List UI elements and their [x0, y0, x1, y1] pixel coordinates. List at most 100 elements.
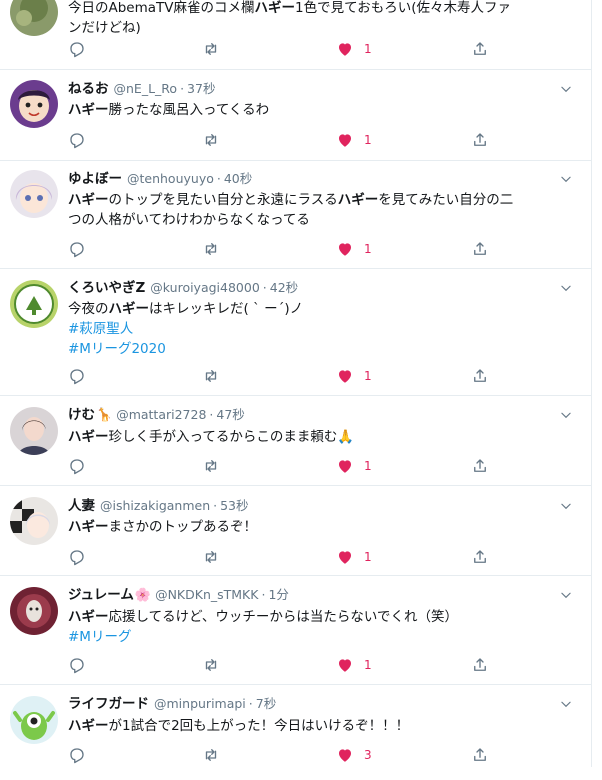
- reply-button[interactable]: [68, 547, 86, 567]
- avatar[interactable]: [10, 170, 58, 218]
- retweet-button[interactable]: [202, 39, 220, 59]
- timestamp[interactable]: 42秒: [270, 280, 298, 295]
- like-button[interactable]: 1: [336, 130, 372, 150]
- share-button[interactable]: [471, 655, 489, 675]
- like-button[interactable]: 1: [336, 456, 372, 476]
- tweet[interactable]: けむ🦒 @mattari2728 · 47秒 ハギー珍しく手が入ってるからこのまま頼む…: [0, 396, 591, 486]
- share-icon: [474, 369, 486, 382]
- reply-button[interactable]: [68, 745, 86, 765]
- display-name[interactable]: ゆよぼー: [68, 171, 122, 187]
- retweet-icon: [205, 243, 217, 255]
- hashtag-link[interactable]: #Mリーグ: [68, 627, 568, 647]
- text-segment: ンだけどね): [68, 20, 141, 36]
- display-name[interactable]: くろいやぎZ: [68, 280, 145, 296]
- reply-button[interactable]: [68, 130, 86, 150]
- timestamp[interactable]: 7秒: [256, 696, 276, 711]
- reply-button[interactable]: [68, 366, 86, 386]
- like-button[interactable]: 3: [336, 745, 372, 765]
- like-count: 3: [364, 748, 372, 762]
- timestamp[interactable]: 1分: [268, 587, 288, 602]
- timestamp[interactable]: 37秒: [187, 81, 215, 96]
- timestamp[interactable]: 47秒: [216, 407, 244, 422]
- heart-icon: [339, 370, 351, 383]
- chevron-down-icon[interactable]: [559, 172, 573, 186]
- avatar[interactable]: [10, 497, 58, 545]
- tweet-text: 今夜のハギーはキレッキレだ( ˋ ー´)ノ #萩原聖人 #Mリーグ2020: [68, 299, 568, 359]
- avatar[interactable]: [10, 280, 58, 328]
- display-name[interactable]: ジュレーム: [68, 587, 134, 603]
- handle[interactable]: @mattari2728: [116, 407, 206, 422]
- text-segment: つの人格がいてわけわからなくなってる: [68, 212, 310, 228]
- avatar[interactable]: [10, 696, 58, 744]
- tweet-text: 今日のAbemaTV麻雀のコメ欄ハギー1色で見ておもろい(佐々木寿人ファ ンだけ…: [68, 0, 568, 38]
- retweet-button[interactable]: [202, 655, 220, 675]
- like-button[interactable]: 1: [336, 655, 372, 675]
- retweet-button[interactable]: [202, 456, 220, 476]
- tweet[interactable]: ゆよぼー @tenhouyuyo · 40秒 ハギーのトップを見たい自分と永遠にラスる…: [0, 161, 591, 269]
- retweet-button[interactable]: [202, 239, 220, 259]
- retweet-icon: [205, 460, 217, 472]
- retweet-button[interactable]: [202, 547, 220, 567]
- chevron-down-icon[interactable]: [559, 588, 573, 602]
- display-name[interactable]: 人妻: [68, 498, 95, 514]
- text-segment: ハギー: [68, 718, 109, 734]
- share-button[interactable]: [471, 39, 489, 59]
- text-segment: 応援してるけど、ウッチーからは当たらないでくれ（笑）: [108, 609, 459, 625]
- share-button[interactable]: [471, 456, 489, 476]
- avatar[interactable]: [10, 587, 58, 635]
- handle[interactable]: @NKDKn_sTMKK: [155, 587, 258, 602]
- display-name[interactable]: ライフガード: [68, 696, 149, 712]
- retweet-button[interactable]: [202, 366, 220, 386]
- display-name[interactable]: ねるお: [68, 81, 109, 97]
- like-button[interactable]: 1: [336, 366, 372, 386]
- tweet[interactable]: ねるお @nE_L_Ro · 37秒 ハギー勝ったな風呂入ってくるわ 1: [0, 70, 591, 161]
- reply-button[interactable]: [68, 39, 86, 59]
- like-button[interactable]: 1: [336, 39, 372, 59]
- handle[interactable]: @nE_L_Ro: [114, 81, 178, 96]
- retweet-button[interactable]: [202, 745, 220, 765]
- tweet-partial[interactable]: 今日のAbemaTV麻雀のコメ欄ハギー1色で見ておもろい(佐々木寿人ファ ンだけ…: [0, 0, 591, 70]
- reply-button[interactable]: [68, 239, 86, 259]
- text-segment: ハギー: [108, 301, 150, 317]
- text-segment: 勝ったな風呂入ってくるわ: [108, 102, 270, 118]
- hashtag-link[interactable]: #Mリーグ2020: [68, 339, 568, 359]
- handle[interactable]: @ishizakiganmen: [100, 498, 210, 513]
- share-button[interactable]: [471, 547, 489, 567]
- chevron-down-icon[interactable]: [559, 697, 573, 711]
- chevron-down-icon[interactable]: [559, 281, 573, 295]
- handle[interactable]: @tenhouyuyo: [127, 171, 214, 186]
- chevron-down-icon[interactable]: [559, 82, 573, 96]
- tweet[interactable]: くろいやぎZ @kuroiyagi48000 · 42秒 今夜のハギーはキレッキレだ(…: [0, 269, 591, 396]
- text-segment: ハギー: [68, 192, 109, 208]
- avatar[interactable]: [10, 0, 58, 36]
- avatar[interactable]: [10, 80, 58, 128]
- tweet[interactable]: 人妻 @ishizakiganmen · 53秒 ハギーまさかのトップあるぞ！ 1: [0, 486, 591, 576]
- display-name[interactable]: けむ: [68, 407, 95, 423]
- tweet[interactable]: ジュレーム🌸 @NKDKn_sTMKK · 1分 ハギー応援してるけど、ウッチーからは…: [0, 576, 591, 685]
- text-segment: まさかのトップあるぞ！: [108, 519, 258, 535]
- tweet-text: ハギー珍しく手が入ってるからこのまま頼む🙏: [68, 427, 568, 447]
- avatar[interactable]: [10, 407, 58, 455]
- heart-icon: [339, 134, 351, 147]
- text-segment: ハギー: [68, 429, 109, 445]
- timestamp[interactable]: 40秒: [224, 171, 252, 186]
- handle[interactable]: @minpurimapi: [154, 696, 246, 711]
- retweet-button[interactable]: [202, 130, 220, 150]
- chevron-down-icon[interactable]: [559, 408, 573, 422]
- share-button[interactable]: [471, 745, 489, 765]
- like-button[interactable]: 1: [336, 547, 372, 567]
- tweet[interactable]: ライフガード @minpurimapi · 7秒 ハギーが1試合で2回も上がった！今日…: [0, 685, 591, 780]
- like-button[interactable]: 1: [336, 239, 372, 259]
- timestamp[interactable]: 53秒: [220, 498, 248, 513]
- tweet-actions: 1: [68, 239, 498, 259]
- like-count: 1: [364, 550, 372, 564]
- hashtag-link[interactable]: #萩原聖人: [68, 319, 568, 339]
- share-button[interactable]: [471, 366, 489, 386]
- chevron-down-icon[interactable]: [559, 499, 573, 513]
- reply-button[interactable]: [68, 456, 86, 476]
- handle[interactable]: @kuroiyagi48000: [150, 280, 260, 295]
- text-segment: 1色で見ておもろい(佐々木寿人ファ: [295, 0, 511, 16]
- reply-button[interactable]: [68, 655, 86, 675]
- share-button[interactable]: [471, 130, 489, 150]
- share-button[interactable]: [471, 239, 489, 259]
